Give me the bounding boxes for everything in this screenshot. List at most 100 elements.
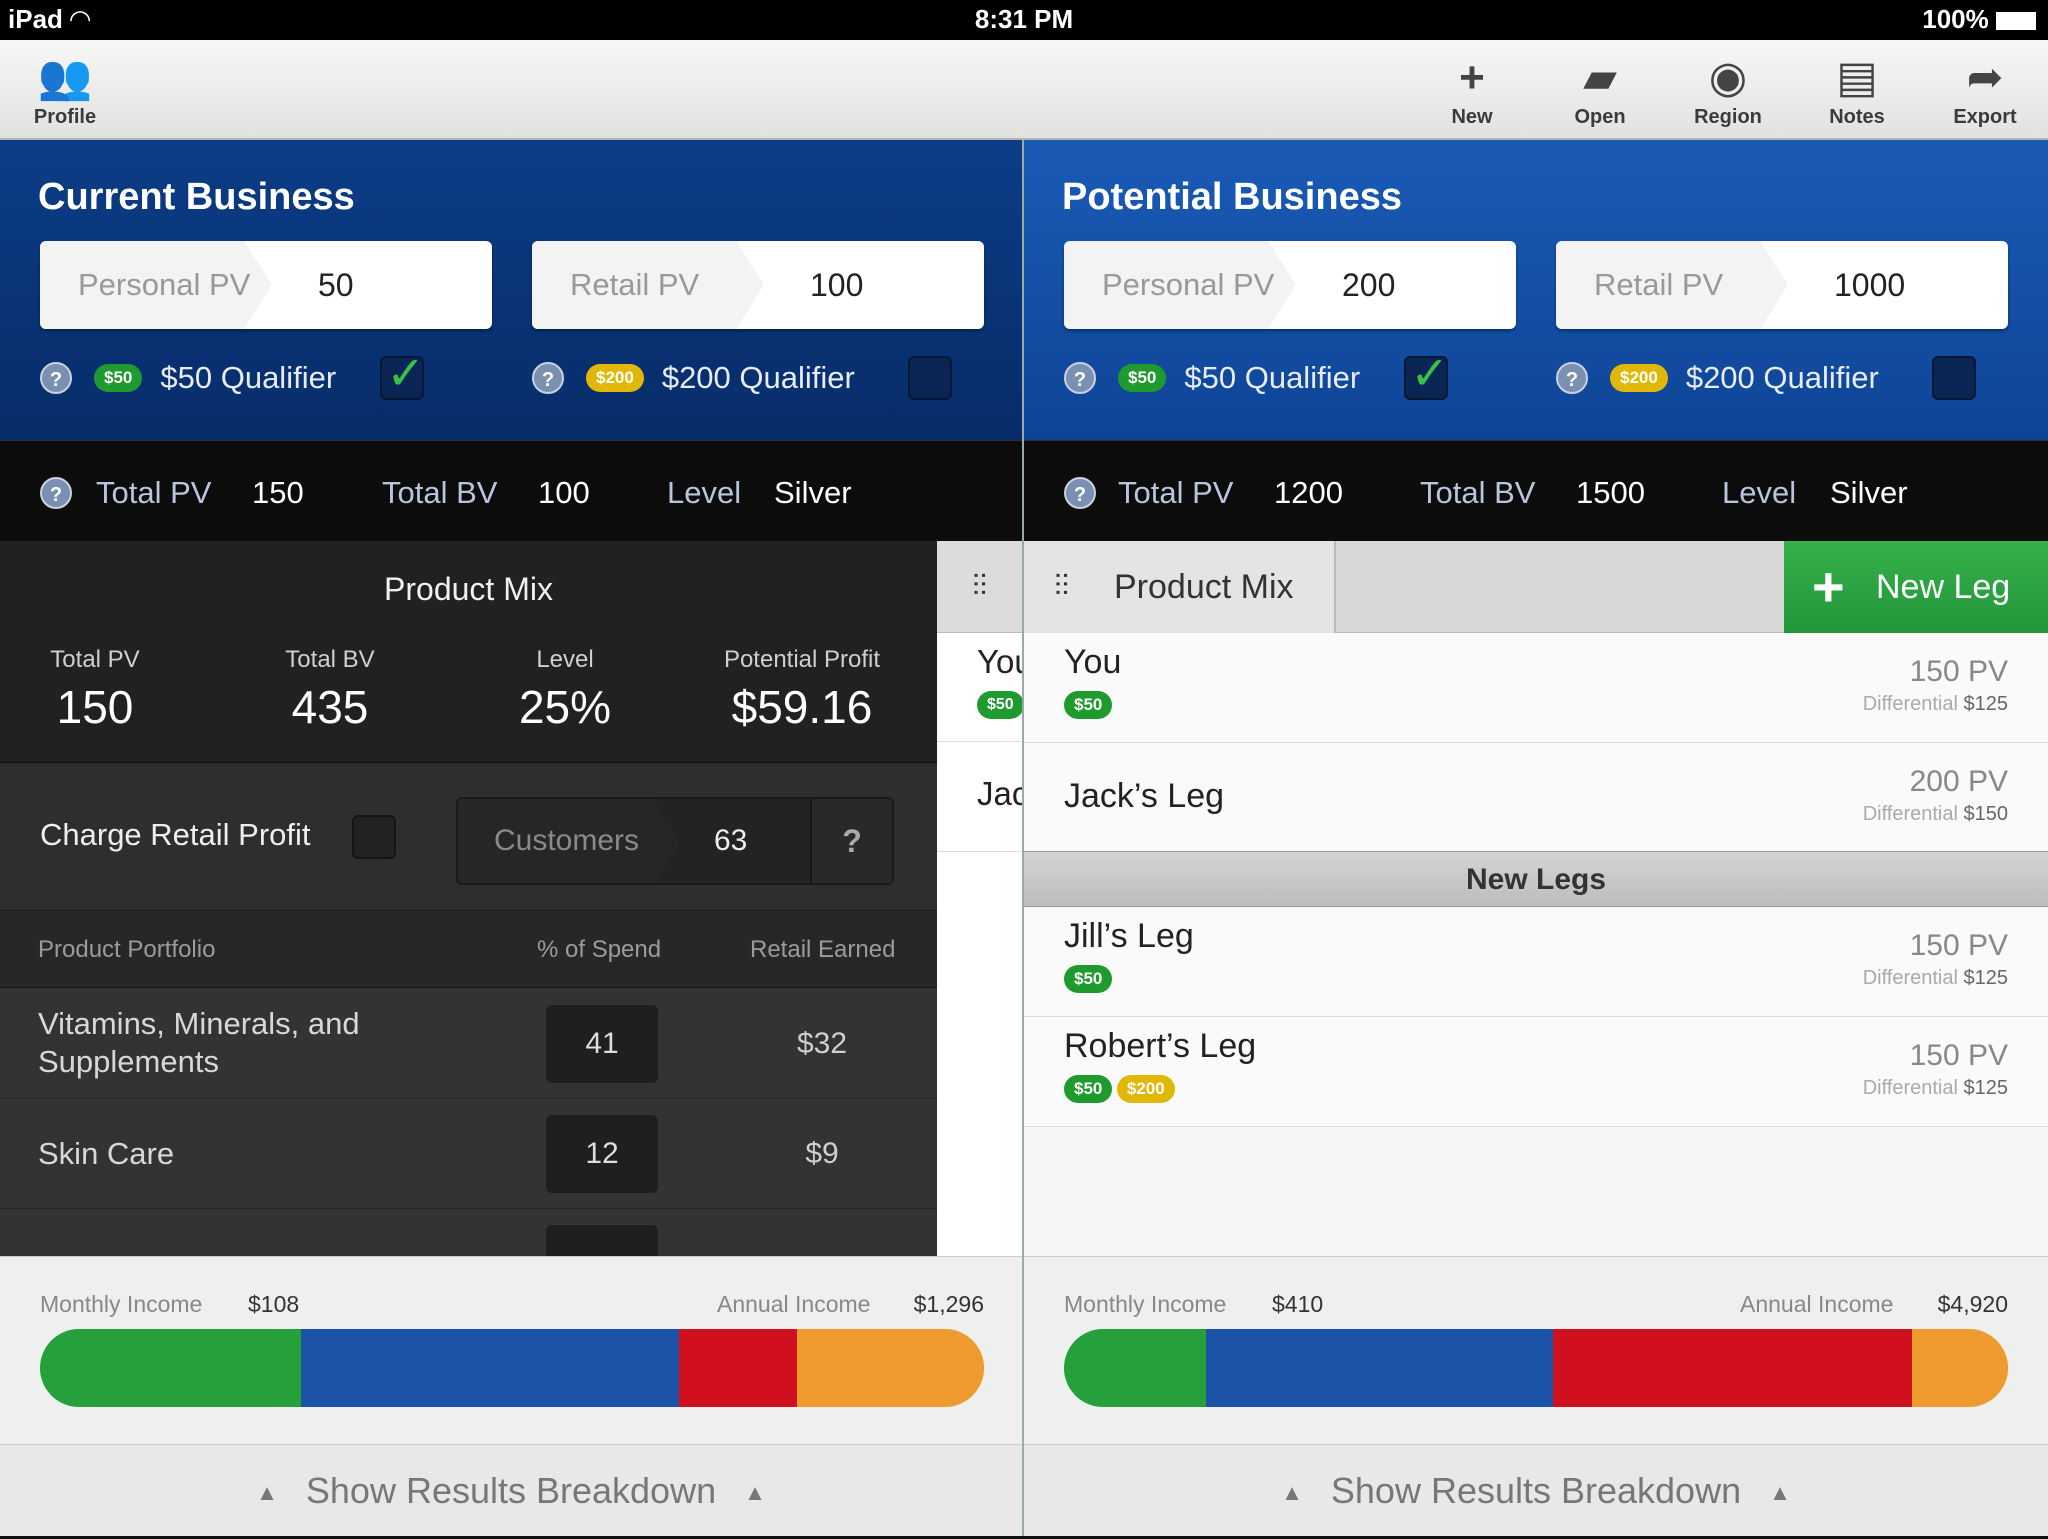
spend-input[interactable] (546, 1225, 658, 1256)
plus-icon: + (1459, 53, 1485, 102)
customers-field[interactable]: Customers 63 ? (456, 797, 894, 885)
income-segment-3 (1911, 1329, 2008, 1407)
help-icon[interactable]: ? (532, 362, 564, 394)
product-mix-panel: Product Mix Total PV 150 Total BV 435 Leve… (0, 541, 937, 1256)
retail-pv-field[interactable]: Retail PV 1000 (1556, 241, 2008, 329)
open-button[interactable]: ▰ Open (1545, 50, 1655, 129)
income-segment-1 (301, 1329, 680, 1407)
qualifier-50-checkbox[interactable]: ✓ (380, 347, 425, 400)
personal-pv-field[interactable]: Personal PV 50 (40, 241, 492, 329)
qualifier-200: ? $200 $200 Qualifier (1556, 353, 1976, 403)
profile-button[interactable]: 👥 Profile (10, 50, 120, 129)
retail-pv-field[interactable]: Retail PV 100 (532, 241, 984, 329)
panel-divider (1022, 140, 1024, 1536)
badge-50: $50 (1118, 364, 1167, 392)
customers-help-button[interactable]: ? (810, 799, 892, 883)
battery-icon (1996, 12, 2036, 31)
total-pv-value: 1200 (1274, 475, 1343, 510)
legs-toolbar: ⫶⫶ Product Mix + New Leg (1024, 541, 2048, 633)
annual-income-value: $4,920 (1937, 1291, 2008, 1317)
qualifier-50: ? $50 $50 Qualifier ✓ (1064, 347, 1449, 403)
qualifier-200-checkbox[interactable] (907, 356, 952, 400)
legs-peek[interactable]: ⫶⫶ You $50 Jac (937, 541, 1022, 1256)
level-value: Silver (774, 475, 852, 510)
arrow-up-icon: ▲ (1281, 1480, 1303, 1506)
income-segment-3 (797, 1329, 984, 1407)
totals-bar: ? Total PV 150 Total BV 100 Level Silver (0, 440, 1022, 544)
show-results-breakdown-button[interactable]: ▲ Show Results Breakdown ▲ (0, 1444, 1022, 1536)
monthly-income-value: $108 (248, 1291, 300, 1317)
stat-potential-profit: Potential Profit $59.16 (723, 646, 881, 733)
legs-panel: ⫶⫶ Product Mix + New Leg You $50 150 PV Di… (1024, 541, 2048, 1256)
toolbar: 👥 Profile + New ▰ Open ◉ Region ▤ Notes ➦ Expo… (0, 40, 2048, 140)
badge-200: $200 (1610, 364, 1668, 392)
help-icon[interactable]: ? (1064, 362, 1096, 394)
region-button[interactable]: ◉ Region (1673, 50, 1783, 129)
leg-row-you[interactable]: You $50 150 PV Differential $125 (1024, 633, 2048, 743)
arrow-up-icon: ▲ (744, 1480, 766, 1506)
people-icon: 👥 (37, 53, 93, 102)
panel-title: Current Business (38, 176, 355, 218)
battery: 100% (1922, 4, 2036, 35)
product-mix-tab[interactable]: ⫶⫶ Product Mix (1024, 541, 1336, 633)
income-summary-potential: Monthly Income $410 Annual Income $4,920 (1024, 1256, 2048, 1444)
total-bv-value: 100 (538, 475, 590, 510)
spend-input[interactable]: 12 (546, 1115, 658, 1193)
help-icon[interactable]: ? (1064, 477, 1096, 509)
status-bar: iPad ◠ 8:31 PM 100% (0, 0, 2048, 40)
plus-icon: + (1812, 555, 1845, 618)
charge-retail-label: Charge Retail Profit (40, 817, 311, 852)
badge-50: $50 (94, 364, 143, 392)
stat-level: Level 25% (518, 646, 612, 733)
spend-input[interactable]: 41 (546, 1005, 658, 1083)
new-leg-button[interactable]: + New Leg (1784, 541, 2048, 633)
sliders-icon: ⫶⫶ (1054, 570, 1069, 603)
portfolio-row (0, 1209, 937, 1256)
current-business-panel: Current Business Personal PV 50 Retail P… (0, 140, 1022, 544)
help-icon[interactable]: ? (40, 362, 72, 394)
monthly-income-value: $410 (1272, 1291, 1324, 1317)
charge-retail-checkbox[interactable] (352, 815, 396, 859)
income-segment-0 (40, 1329, 302, 1407)
portfolio-header: Product Portfolio % of Spend Retail Earn… (0, 912, 937, 988)
total-pv-value: 150 (252, 475, 304, 510)
globe-icon: ◉ (1708, 53, 1748, 102)
qualifier-50-checkbox[interactable]: ✓ (1404, 347, 1449, 400)
checkmark-icon: ✓ (1410, 347, 1449, 399)
help-icon[interactable]: ? (40, 477, 72, 509)
income-segment-0 (1064, 1329, 1206, 1407)
income-segment-2 (679, 1329, 798, 1407)
product-mix-title: Product Mix (384, 571, 553, 607)
checkmark-icon: ✓ (386, 347, 425, 399)
sliders-icon[interactable]: ⫶⫶ (937, 541, 1022, 633)
product-mix-summary: Product Mix Total PV 150 Total BV 435 Leve… (0, 541, 937, 763)
notes-button[interactable]: ▤ Notes (1802, 50, 1912, 129)
qualifier-200-checkbox[interactable] (1931, 356, 1976, 400)
panel-title: Potential Business (1062, 176, 1402, 218)
qualifier-50: ? $50 $50 Qualifier ✓ (40, 347, 425, 403)
level-value: Silver (1830, 475, 1908, 510)
badge-200: $200 (586, 364, 644, 392)
annual-income-value: $1,296 (913, 1291, 984, 1317)
charge-retail-row: Charge Retail Profit Customers 63 ? (0, 763, 937, 911)
income-segment-1 (1205, 1329, 1553, 1407)
new-button[interactable]: + New (1417, 50, 1527, 129)
stat-total-bv: Total BV 435 (285, 646, 375, 733)
show-results-breakdown-button[interactable]: ▲ Show Results Breakdown ▲ (1024, 1444, 2048, 1536)
qualifier-200: ? $200 $200 Qualifier (532, 353, 952, 403)
leg-row-jill[interactable]: Jill’s Leg $50 150 PV Differential $125 (1024, 907, 2048, 1017)
personal-pv-field[interactable]: Personal PV 200 (1064, 241, 1516, 329)
leg-row-robert[interactable]: Robert’s Leg $50 $200 150 PV Differentia… (1024, 1017, 2048, 1127)
income-breakdown-bar[interactable] (40, 1329, 984, 1407)
export-button[interactable]: ➦ Export (1930, 50, 2040, 129)
income-segment-2 (1552, 1329, 1912, 1407)
clock: 8:31 PM (974, 4, 1074, 34)
help-icon[interactable]: ? (1556, 362, 1588, 394)
income-breakdown-bar[interactable] (1064, 1329, 2008, 1407)
arrow-up-icon: ▲ (256, 1480, 278, 1506)
clipboard-icon: ▤ (1836, 53, 1878, 102)
new-legs-header: New Legs (1024, 851, 2048, 907)
share-arrow-icon: ➦ (1966, 53, 2004, 102)
total-bv-value: 1500 (1576, 475, 1645, 510)
leg-row-jack[interactable]: Jack’s Leg 200 PV Differential $150 (1024, 743, 2048, 853)
